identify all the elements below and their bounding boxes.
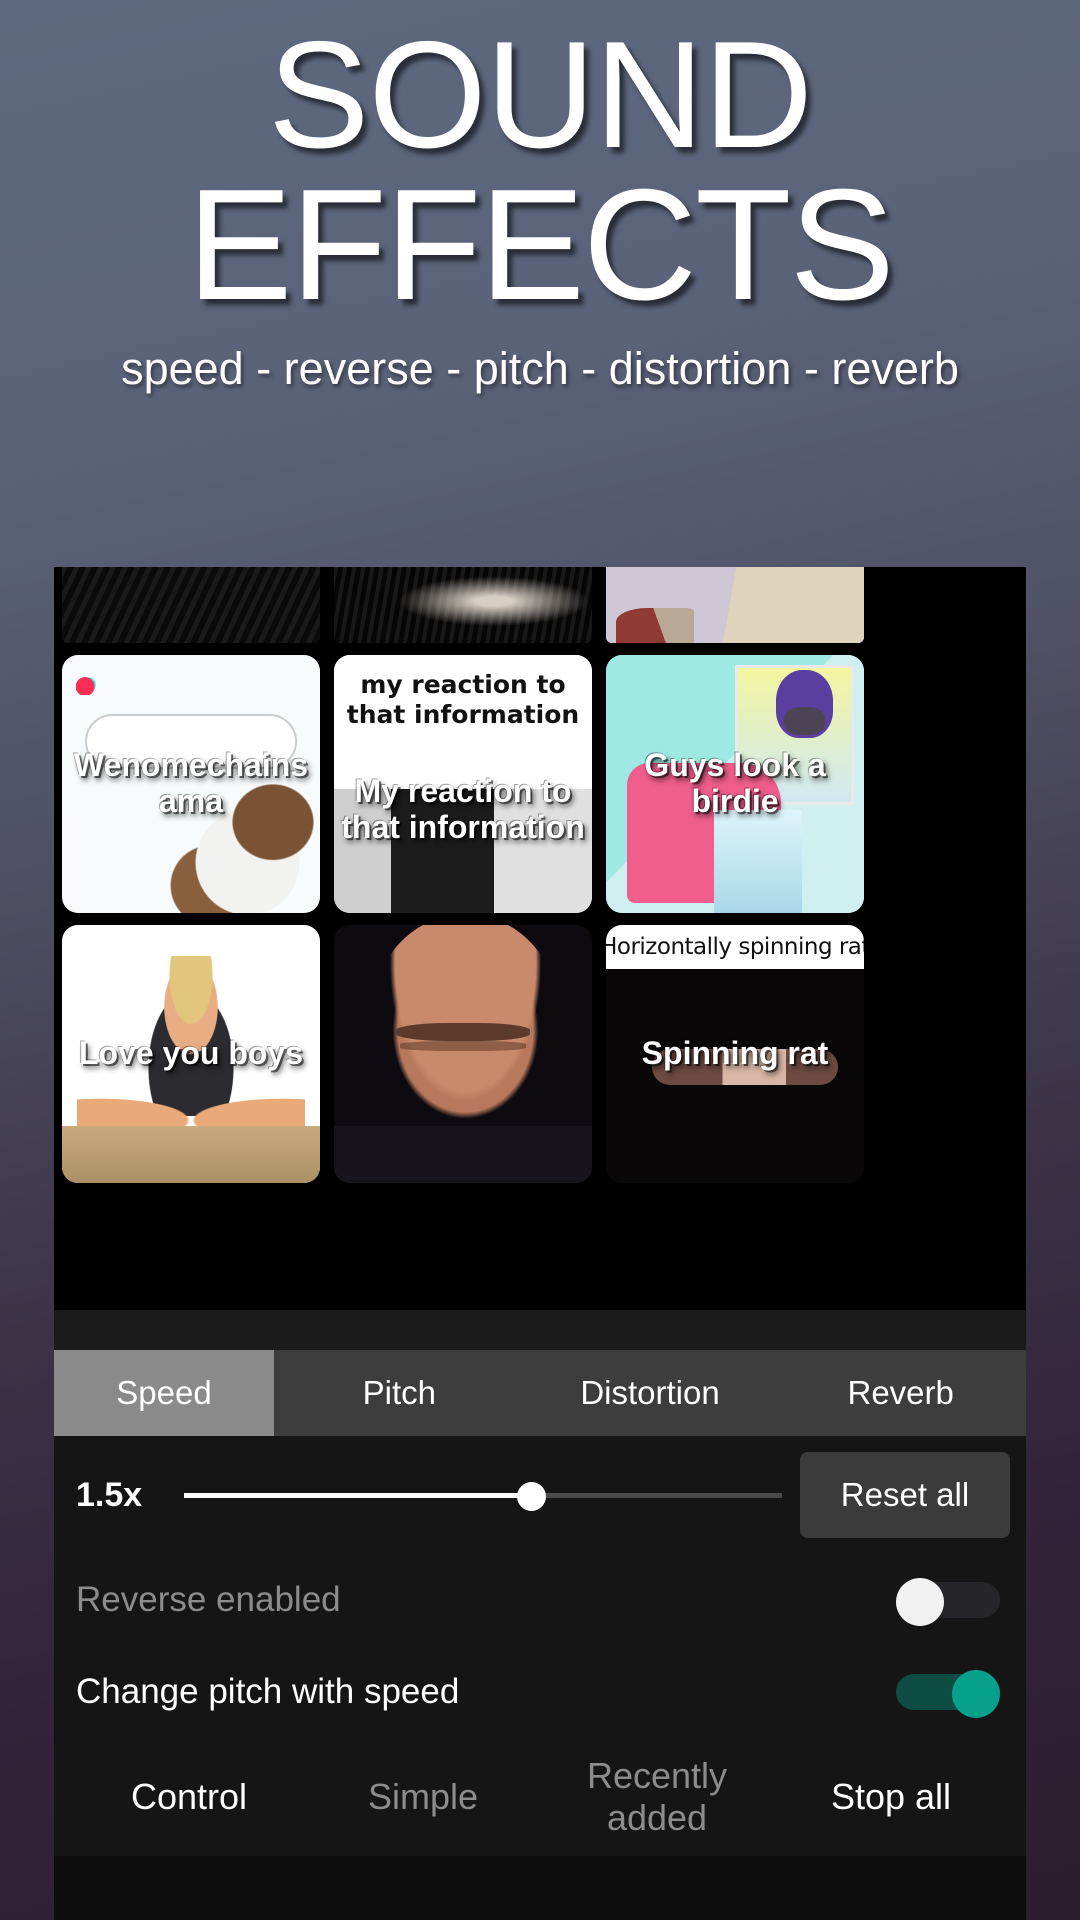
nav-item-recently-added[interactable]: Recently added [540,1755,774,1839]
slider-thumb[interactable] [516,1482,546,1511]
sound-card-label: Love you boys [78,1035,304,1072]
tiktok-icon [76,665,102,695]
change-pitch-toggle[interactable] [896,1670,1000,1718]
nav-item-simple[interactable]: Simple [306,1776,540,1818]
sound-card-label: Guys look a birdie [644,747,826,819]
meme-caption: my reaction to that information [346,670,580,730]
sound-card-partial-2[interactable] [334,567,592,643]
speed-value-label: 1.5x [76,1475,143,1514]
thumbnail-image [62,567,320,643]
toggle-knob [952,1670,1000,1718]
sound-card-wenomechains[interactable]: Wenomechains ama [62,655,320,913]
page-title-line-2: EFFECTS [187,157,895,334]
hero-banner: SOUND EFFECTS speed - reverse - pitch - … [0,0,1080,395]
reverse-enabled-toggle[interactable] [896,1578,1000,1626]
sound-grid: Wenomechains ama my reaction to that inf… [54,567,1026,1310]
slider-fill [184,1493,531,1498]
page-title: SOUND EFFECTS [0,19,1080,334]
app-window: Wenomechains ama my reaction to that inf… [54,567,1026,1920]
panel-divider [54,1310,1026,1350]
nav-item-control[interactable]: Control [72,1776,306,1818]
tab-reverb[interactable]: Reverb [775,1350,1026,1436]
sound-card-love-you-boys[interactable]: Love you boys [62,925,320,1183]
sound-grid-row-2: Love you boys Horizontally spinning rat … [54,925,1026,1183]
sound-card-partial-1[interactable] [62,567,320,643]
sound-card-label: Wenomechains ama [73,747,309,819]
sound-card-spinning-rat[interactable]: Horizontally spinning rat Spinning rat [606,925,864,1183]
change-pitch-label: Change pitch with speed [76,1672,460,1711]
speed-control-row: 1.5x Reset all [54,1436,1026,1554]
thumbnail-image [334,925,592,1183]
meme-caption: Horizontally spinning rat [606,925,864,969]
change-pitch-with-speed-row: Change pitch with speed [54,1646,1026,1738]
tab-distortion[interactable]: Distortion [525,1350,776,1436]
reset-all-button[interactable]: Reset all [800,1452,1010,1538]
page-subtitle: speed - reverse - pitch - distortion - r… [121,342,959,394]
sound-card-partial-3[interactable] [606,567,864,643]
sound-grid-row-partial [54,567,1026,643]
sound-card-my-reaction[interactable]: my reaction to that information My react… [334,655,592,913]
reverse-enabled-row: Reverse enabled [54,1554,1026,1646]
nav-item-stop-all[interactable]: Stop all [774,1776,1008,1818]
tab-pitch[interactable]: Pitch [274,1350,525,1436]
sound-card-face[interactable] [334,925,592,1183]
thumbnail-image [606,567,864,643]
reverse-enabled-label: Reverse enabled [76,1580,341,1619]
sound-card-guys-look-a-birdie[interactable]: Guys look a birdie [606,655,864,913]
sound-card-label: My reaction to that information [341,772,585,845]
effect-tabs: Speed Pitch Distortion Reverb [54,1350,1026,1436]
thumbnail-image [334,567,592,643]
toggle-knob [896,1578,944,1626]
tab-speed[interactable]: Speed [54,1350,274,1436]
controls-panel: Speed Pitch Distortion Reverb 1.5x Reset… [54,1310,1026,1856]
sound-grid-row-1: Wenomechains ama my reaction to that inf… [54,655,1026,913]
page-title-line-1: SOUND [268,10,813,180]
raven-character [776,670,834,738]
bottom-navigation: Control Simple Recently added Stop all [54,1738,1026,1856]
speed-slider[interactable] [184,1480,782,1511]
sound-card-label: Spinning rat [641,1035,829,1072]
